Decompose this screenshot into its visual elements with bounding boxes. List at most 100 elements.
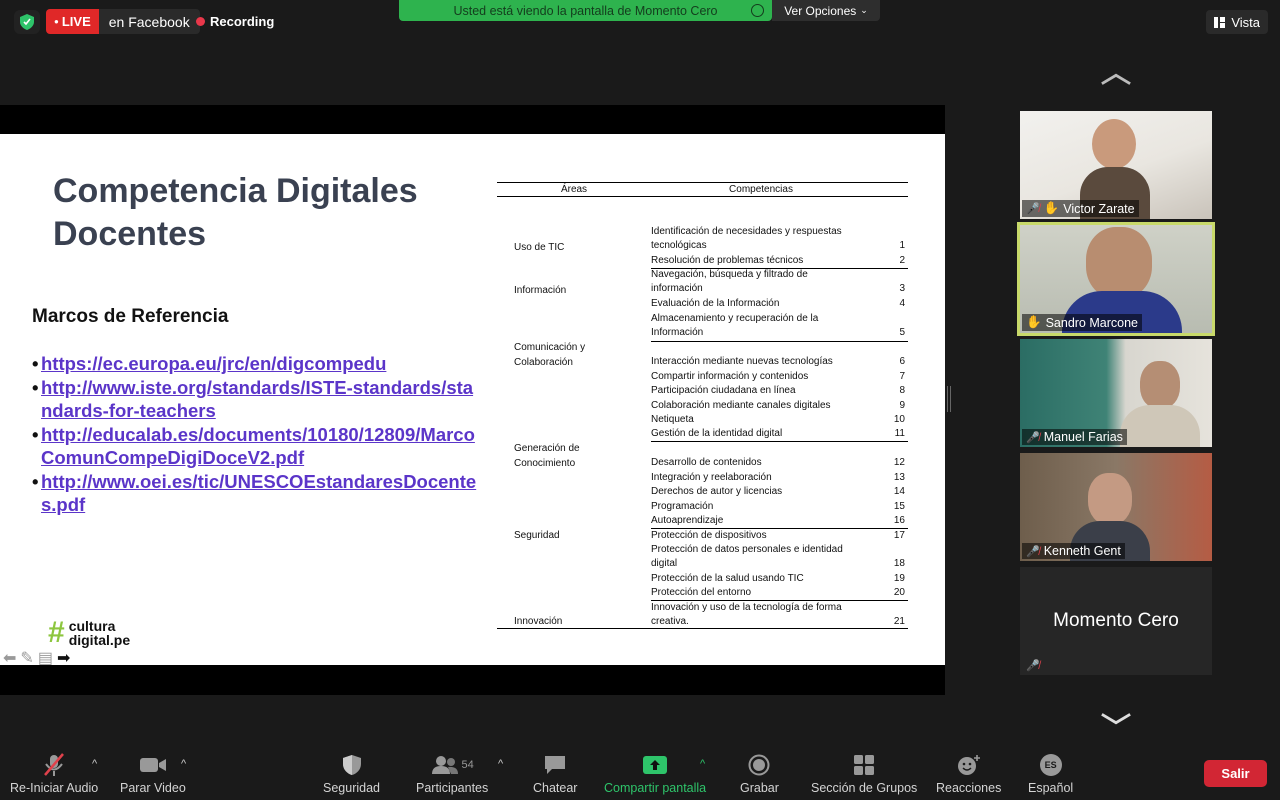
area-label: Uso de TIC xyxy=(514,242,565,253)
participant-name-label: 🎤̸ Kenneth Gent xyxy=(1022,543,1125,559)
recording-indicator[interactable]: Recording xyxy=(196,14,274,29)
reference-link[interactable]: http://www.iste.org/standards/ISTE-stand… xyxy=(32,376,482,423)
competency-number: 10 xyxy=(893,414,905,425)
language-button[interactable]: ES Español xyxy=(1028,752,1073,795)
mic-muted-icon: 🎤̸ xyxy=(1026,203,1040,215)
scroll-up-chevron-icon[interactable] xyxy=(1100,72,1132,88)
competency-row: Almacenamiento y recuperación de la Info… xyxy=(651,312,908,342)
slide-tools: ⬅ ✎ ▤ ➡ xyxy=(3,648,70,668)
competency-text: Autoaprendizaje xyxy=(651,515,724,526)
competency-row: Identificación de necesidades y respuest… xyxy=(651,225,908,254)
participant-tile[interactable]: 🎤̸ ✋ Victor Zarate xyxy=(1020,111,1212,219)
participant-tile[interactable]: 🎤̸ Kenneth Gent xyxy=(1020,453,1212,561)
reference-link[interactable]: https://ec.europa.eu/jrc/en/digcompedu xyxy=(32,352,482,376)
hand-icon: ✋ xyxy=(1026,315,1042,329)
competency-text: Protección de dispositivos xyxy=(651,530,767,541)
competency-text: Compartir información y contenidos xyxy=(651,371,809,382)
slide-subtitle: Marcos de Referencia xyxy=(32,306,229,327)
previous-arrow-icon[interactable]: ⬅ xyxy=(3,648,16,668)
competency-number: 3 xyxy=(899,283,905,295)
table-header: Áreas Competencias xyxy=(497,183,908,197)
table-body: Uso de TIC Información Comunicación y Co… xyxy=(497,197,908,628)
competency-row: Gestión de la identidad digital 11 xyxy=(651,427,908,443)
competency-number: 18 xyxy=(893,558,905,570)
video-feed xyxy=(1120,361,1200,447)
participants-icon: 54 xyxy=(431,752,474,778)
header-competencias: Competencias xyxy=(729,184,793,195)
view-options-label: Ver Opciones xyxy=(784,3,857,18)
competency-number: 7 xyxy=(899,371,905,382)
competency-number: 6 xyxy=(899,356,905,367)
competency-row: Interacción mediante nuevas tecnologías 6 xyxy=(651,355,908,369)
logo-line1: cultura xyxy=(68,618,116,634)
view-label: Vista xyxy=(1231,14,1260,30)
competency-row: Autoaprendizaje 16 xyxy=(651,514,908,530)
participant-display-name: Momento Cero xyxy=(1053,610,1179,631)
logo-line2: digital.pe xyxy=(68,632,131,648)
leave-meeting-button[interactable]: Salir xyxy=(1204,760,1267,787)
audio-button[interactable]: Re-Iniciar Audio xyxy=(10,752,98,795)
record-label: Grabar xyxy=(740,781,779,795)
view-options-button[interactable]: Ver Opciones ⌄ xyxy=(772,0,880,21)
video-options-caret-icon[interactable]: ^ xyxy=(181,758,186,770)
share-options-caret-icon[interactable]: ^ xyxy=(700,758,705,770)
competency-row: Protección del entorno 20 xyxy=(651,586,908,602)
next-arrow-icon[interactable]: ➡ xyxy=(57,648,70,668)
participant-tile[interactable]: 🎤̸ Manuel Farias xyxy=(1020,339,1212,447)
competency-number: 11 xyxy=(894,428,905,439)
participants-options-caret-icon[interactable]: ^ xyxy=(498,758,503,770)
reactions-button[interactable]: Reacciones xyxy=(936,752,1001,795)
mic-muted-icon: 🎤̸ xyxy=(1026,545,1040,558)
competency-row: Evaluación de la Información 4 xyxy=(651,297,908,311)
competency-row: Desarrollo de contenidos 12 xyxy=(651,456,908,470)
security-button[interactable]: Seguridad xyxy=(323,752,380,795)
audio-options-caret-icon[interactable]: ^ xyxy=(92,758,97,770)
scroll-down-chevron-icon[interactable] xyxy=(1100,712,1132,728)
smiley-icon xyxy=(957,752,981,778)
participant-tile[interactable]: Momento Cero 🎤̸ xyxy=(1020,567,1212,675)
live-dot-icon: ● xyxy=(54,17,59,26)
menu-icon[interactable]: ▤ xyxy=(38,648,53,668)
competency-number: 16 xyxy=(893,515,905,526)
view-button[interactable]: Vista xyxy=(1206,10,1268,34)
competency-row: Protección de la salud usando TIC 19 xyxy=(651,572,908,586)
competency-text: Innovación y uso de la tecnología de for… xyxy=(651,602,842,628)
chat-label: Chatear xyxy=(533,781,578,795)
record-button[interactable]: Grabar xyxy=(740,752,779,795)
share-screen-label: Compartir pantalla xyxy=(604,781,707,795)
competency-row: Compartir información y contenidos 7 xyxy=(651,370,908,384)
participant-tile-active-speaker[interactable]: ✋ Sandro Marcone xyxy=(1017,222,1215,336)
competency-row: Protección de dispositivos 17 xyxy=(651,529,908,543)
competency-text: Evaluación de la Información xyxy=(651,298,780,309)
competency-number: 8 xyxy=(899,385,905,396)
competency-row: Colaboración mediante canales digitales 9 xyxy=(651,399,908,413)
reference-link[interactable]: http://educalab.es/documents/10180/12809… xyxy=(32,423,482,470)
pen-icon[interactable]: ✎ xyxy=(20,648,33,668)
shared-screen[interactable]: Competencia Digitales Docentes Marcos de… xyxy=(0,105,945,695)
chat-button[interactable]: Chatear xyxy=(533,752,577,795)
competency-text: Interacción mediante nuevas tecnologías xyxy=(651,356,833,367)
video-button[interactable]: Parar Video xyxy=(120,752,186,795)
language-globe-icon: ES xyxy=(1039,752,1062,778)
video-label: Parar Video xyxy=(120,781,186,795)
competencies-table: Áreas Competencias Uso de TIC Informació… xyxy=(497,182,908,629)
recording-label: Recording xyxy=(210,14,275,29)
hash-logo-icon: # xyxy=(48,616,65,649)
share-screen-icon xyxy=(642,752,668,778)
area-label: Seguridad xyxy=(514,530,560,541)
competency-text: Identificación de necesidades y respuest… xyxy=(651,226,842,252)
split-resize-handle[interactable] xyxy=(947,386,951,412)
reference-link[interactable]: http://www.oei.es/tic/UNESCOEstandaresDo… xyxy=(32,470,482,517)
live-stream-indicator[interactable]: ● LIVE en Facebook xyxy=(46,9,200,34)
mic-muted-icon: 🎤̸ xyxy=(1026,660,1040,672)
participants-button[interactable]: 54 Participantes xyxy=(416,752,488,795)
competency-text: Gestión de la identidad digital xyxy=(651,428,783,439)
breakout-rooms-button[interactable]: Sección de Grupos xyxy=(811,752,917,795)
security-shield-icon[interactable] xyxy=(14,10,40,34)
participant-name: Victor Zarate xyxy=(1063,201,1135,216)
live-destination: en Facebook xyxy=(98,9,200,34)
competency-text: Almacenamiento y recuperación de la Info… xyxy=(651,313,819,339)
share-screen-button[interactable]: Compartir pantalla xyxy=(604,752,706,795)
participants-label: Participantes xyxy=(416,781,489,795)
reactions-label: Reacciones xyxy=(936,781,1002,795)
